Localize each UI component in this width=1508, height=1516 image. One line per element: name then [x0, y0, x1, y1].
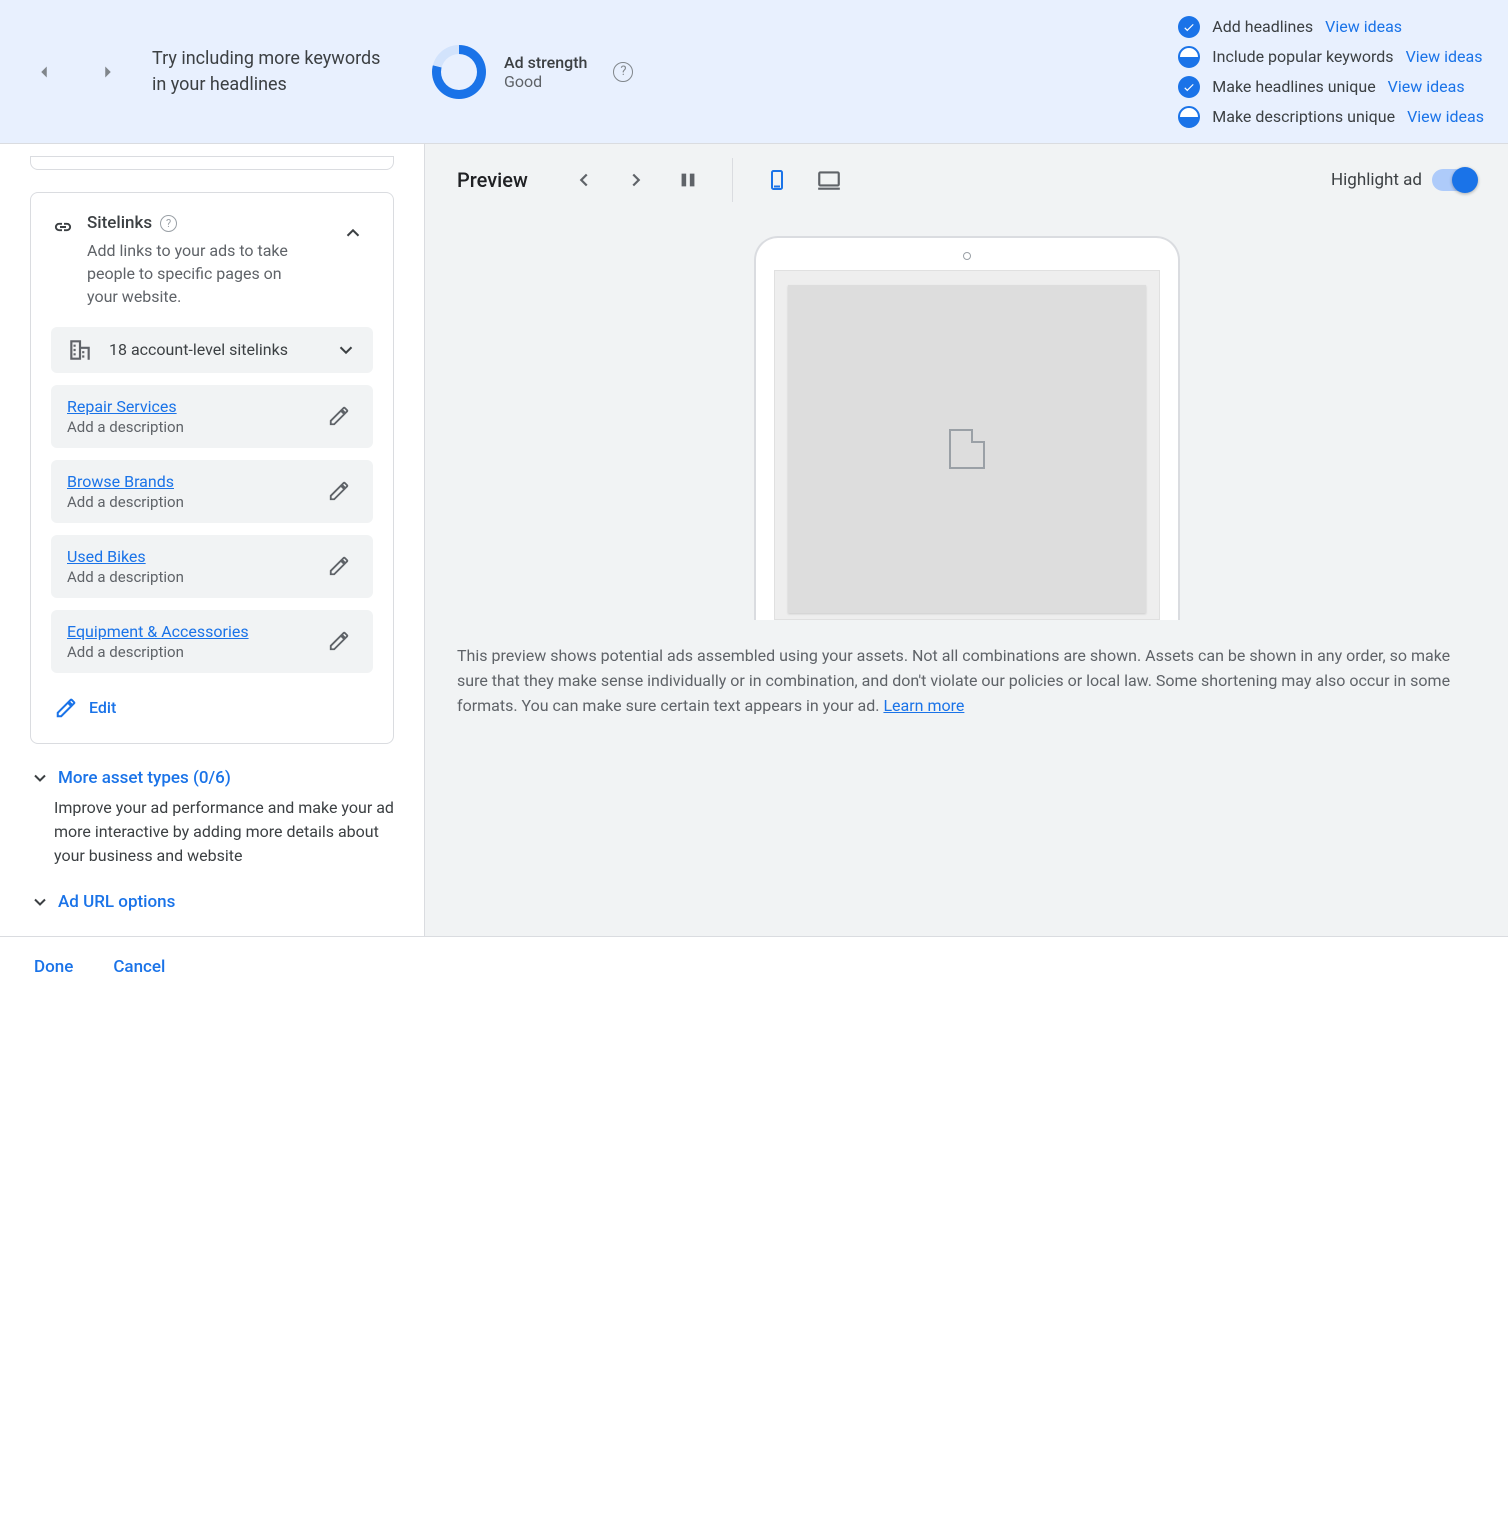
sitelinks-title: Sitelinks — [87, 213, 152, 233]
left-panel: Sitelinks ? Add links to your ads to tak… — [0, 144, 424, 936]
sitelink-link[interactable]: Repair Services — [67, 397, 184, 416]
sitelink-sub: Add a description — [67, 493, 184, 511]
edit-sitelink-button[interactable] — [321, 623, 357, 659]
checklist-item: Include popular keywords View ideas — [1178, 46, 1484, 68]
tip-text: Try including more keywords in your head… — [152, 46, 392, 96]
account-level-sitelinks-row[interactable]: 18 account-level sitelinks — [51, 327, 373, 373]
check-partial-icon — [1178, 106, 1200, 128]
ad-strength-meter-icon — [432, 45, 486, 99]
ad-image-placeholder — [788, 285, 1146, 613]
checklist-label: Include popular keywords — [1212, 47, 1393, 66]
chevron-down-icon — [30, 768, 50, 788]
sitelink-link[interactable]: Equipment & Accessories — [67, 622, 249, 641]
ad-strength-block: Ad strength Good ? — [432, 45, 633, 99]
collapse-button[interactable] — [333, 213, 373, 253]
view-ideas-link[interactable]: View ideas — [1388, 77, 1465, 96]
checklist-label: Make headlines unique — [1212, 77, 1375, 96]
ad-strength-header: Try including more keywords in your head… — [0, 0, 1508, 144]
account-level-sitelinks-text: 18 account-level sitelinks — [109, 339, 319, 361]
edit-sitelink-button[interactable] — [321, 398, 357, 434]
mobile-view-button[interactable] — [757, 160, 797, 200]
preview-canvas — [425, 216, 1508, 620]
preview-prev-button[interactable] — [564, 160, 604, 200]
sitelink-link[interactable]: Browse Brands — [67, 472, 184, 491]
check-complete-icon — [1178, 16, 1200, 38]
phone-frame — [754, 236, 1180, 620]
sitelink-item: Browse Brands Add a description — [51, 460, 373, 523]
preview-panel: Preview Highlight ad — [424, 144, 1508, 936]
ad-url-options-label: Ad URL options — [58, 892, 175, 912]
view-ideas-link[interactable]: View ideas — [1406, 47, 1483, 66]
chevron-down-icon — [30, 892, 50, 912]
checklist-label: Make descriptions unique — [1212, 107, 1395, 126]
edit-sitelink-button[interactable] — [321, 548, 357, 584]
strength-checklist: Add headlinesView ideasInclude popular k… — [1178, 16, 1484, 128]
check-partial-icon — [1178, 46, 1200, 68]
sitelink-sub: Add a description — [67, 418, 184, 436]
check-complete-icon — [1178, 76, 1200, 98]
sitelink-item: Repair Services Add a description — [51, 385, 373, 448]
phone-speaker-icon — [963, 252, 971, 260]
view-ideas-link[interactable]: View ideas — [1407, 107, 1484, 126]
sitelink-sub: Add a description — [67, 643, 249, 661]
checklist-item: Make headlines unique View ideas — [1178, 76, 1484, 98]
footer-bar: Done Cancel — [0, 936, 1508, 997]
more-asset-types-description: Improve your ad performance and make you… — [54, 796, 394, 868]
sitelink-item: Equipment & Accessories Add a description — [51, 610, 373, 673]
edit-label: Edit — [89, 698, 116, 717]
done-button[interactable]: Done — [34, 957, 73, 977]
chevron-down-icon — [335, 339, 357, 361]
edit-sitelinks-button[interactable]: Edit — [51, 693, 373, 723]
preview-label: Preview — [457, 168, 528, 192]
checklist-item: Add headlines View ideas — [1178, 16, 1484, 38]
next-tip-button[interactable] — [88, 52, 128, 92]
more-asset-types-toggle[interactable]: More asset types (0/6) — [30, 768, 394, 788]
highlight-ad-label: Highlight ad — [1331, 170, 1422, 190]
sitelink-sub: Add a description — [67, 568, 184, 586]
ad-strength-value: Good — [504, 72, 587, 91]
cancel-button[interactable]: Cancel — [113, 957, 165, 977]
sitelink-item: Used Bikes Add a description — [51, 535, 373, 598]
ad-url-options-toggle[interactable]: Ad URL options — [30, 892, 394, 912]
checklist-label: Add headlines — [1212, 17, 1313, 36]
pencil-icon — [55, 697, 77, 719]
desktop-view-button[interactable] — [809, 160, 849, 200]
ad-strength-label: Ad strength — [504, 53, 587, 72]
highlight-ad-toggle[interactable] — [1432, 169, 1476, 191]
preview-toolbar: Preview Highlight ad — [425, 144, 1508, 216]
learn-more-link[interactable]: Learn more — [883, 696, 964, 715]
edit-sitelink-button[interactable] — [321, 473, 357, 509]
prev-tip-button[interactable] — [24, 52, 64, 92]
compare-view-button[interactable] — [668, 160, 708, 200]
divider — [732, 158, 733, 202]
sitelinks-description: Add links to your ads to take people to … — [87, 239, 307, 309]
collapsed-card — [30, 156, 394, 170]
view-ideas-link[interactable]: View ideas — [1325, 17, 1402, 36]
preview-note: This preview shows potential ads assembl… — [425, 620, 1508, 746]
building-icon — [67, 337, 93, 363]
link-icon — [51, 215, 75, 239]
preview-next-button[interactable] — [616, 160, 656, 200]
checklist-item: Make descriptions unique View ideas — [1178, 106, 1484, 128]
sitelink-link[interactable]: Used Bikes — [67, 547, 184, 566]
help-icon[interactable]: ? — [160, 215, 177, 232]
broken-image-icon — [949, 429, 985, 469]
more-asset-types-label: More asset types (0/6) — [58, 768, 231, 788]
help-icon[interactable]: ? — [613, 62, 633, 82]
sitelinks-card: Sitelinks ? Add links to your ads to tak… — [30, 192, 394, 744]
